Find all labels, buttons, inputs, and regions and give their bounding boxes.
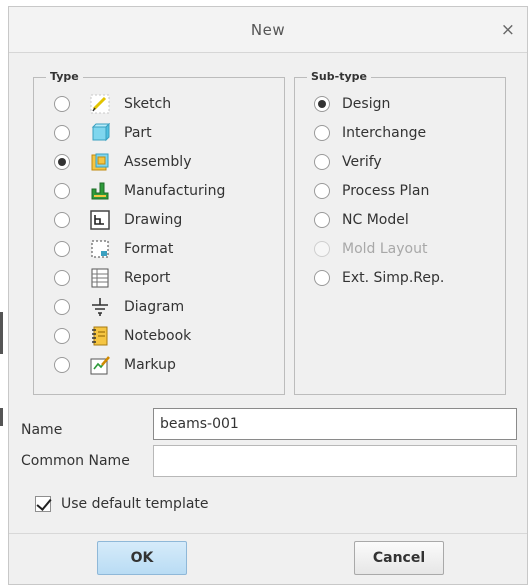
subtype-legend: Sub-type (307, 70, 371, 83)
dialog-title: New (250, 21, 286, 39)
subtype-label: Interchange (342, 125, 427, 141)
type-label: Part (124, 125, 152, 141)
type-option-notebook[interactable]: Notebook (34, 324, 191, 348)
diagram-icon (90, 297, 110, 317)
subtype-option-interchange[interactable]: Interchange (295, 121, 426, 145)
background-mark (0, 408, 3, 426)
subtype-option-mold-layout: Mold Layout (295, 237, 427, 261)
ok-button[interactable]: OK (97, 541, 187, 575)
name-label: Name (21, 422, 63, 438)
type-label: Assembly (124, 154, 192, 170)
subtype-option-nc-model[interactable]: NC Model (295, 208, 409, 232)
type-label: Drawing (124, 212, 183, 228)
radio-part[interactable] (54, 125, 70, 141)
type-option-sketch[interactable]: Sketch (34, 92, 171, 116)
close-icon[interactable]: × (501, 20, 515, 40)
radio-drawing[interactable] (54, 212, 70, 228)
subtype-group: Sub-type Design Interchange Verify Proce… (294, 70, 506, 395)
type-label: Format (124, 241, 174, 257)
subtype-label: Ext. Simp.Rep. (342, 270, 445, 286)
subtype-label: Process Plan (342, 183, 430, 199)
type-group: Type Sketch Part Assembly Manufacturing … (33, 70, 285, 395)
title-bar: New × (9, 7, 527, 53)
type-label: Markup (124, 357, 176, 373)
radio-assembly[interactable] (54, 154, 70, 170)
subtype-option-verify[interactable]: Verify (295, 150, 382, 174)
type-label: Report (124, 270, 171, 286)
part-icon (90, 123, 110, 143)
use-default-template-label: Use default template (61, 496, 209, 512)
radio-manufacturing[interactable] (54, 183, 70, 199)
notebook-icon (90, 326, 110, 346)
radio-format[interactable] (54, 241, 70, 257)
type-label: Manufacturing (124, 183, 226, 199)
common-name-label: Common Name (21, 453, 130, 469)
subtype-option-design[interactable]: Design (295, 92, 390, 116)
type-option-markup[interactable]: Markup (34, 353, 176, 377)
type-option-part[interactable]: Part (34, 121, 152, 145)
background-mark (0, 312, 3, 354)
new-dialog: New × Type Sketch Part Assembly Manufact… (8, 6, 528, 585)
cancel-button[interactable]: Cancel (354, 541, 444, 575)
type-legend: Type (46, 70, 83, 83)
report-icon (90, 268, 110, 288)
name-field[interactable] (153, 408, 517, 440)
drawing-icon (90, 210, 110, 230)
radio-notebook[interactable] (54, 328, 70, 344)
footer-divider (9, 533, 527, 534)
type-label: Notebook (124, 328, 192, 344)
type-label: Sketch (124, 96, 172, 112)
radio-design[interactable] (314, 96, 330, 112)
radio-mold-layout (314, 241, 330, 257)
type-option-assembly[interactable]: Assembly (34, 150, 191, 174)
radio-diagram[interactable] (54, 299, 70, 315)
subtype-label: NC Model (342, 212, 409, 228)
subtype-label: Mold Layout (342, 241, 428, 257)
radio-markup[interactable] (54, 357, 70, 373)
radio-sketch[interactable] (54, 96, 70, 112)
radio-ext-simp-rep[interactable] (314, 270, 330, 286)
type-option-diagram[interactable]: Diagram (34, 295, 184, 319)
type-option-format[interactable]: Format (34, 237, 173, 261)
sketch-icon (90, 94, 110, 114)
radio-report[interactable] (54, 270, 70, 286)
manufacturing-icon (90, 181, 110, 201)
subtype-label: Verify (342, 154, 382, 170)
radio-interchange[interactable] (314, 125, 330, 141)
subtype-option-process-plan[interactable]: Process Plan (295, 179, 429, 203)
common-name-field[interactable] (153, 445, 517, 477)
subtype-option-ext-simp-rep[interactable]: Ext. Simp.Rep. (295, 266, 444, 290)
radio-nc-model[interactable] (314, 212, 330, 228)
assembly-icon (90, 152, 110, 172)
use-default-template-checkbox[interactable] (35, 496, 51, 512)
type-option-drawing[interactable]: Drawing (34, 208, 182, 232)
radio-process-plan[interactable] (314, 183, 330, 199)
use-default-template-row[interactable]: Use default template (35, 496, 209, 512)
radio-verify[interactable] (314, 154, 330, 170)
type-option-manufacturing[interactable]: Manufacturing (34, 179, 225, 203)
markup-icon (90, 355, 110, 375)
format-icon (90, 239, 110, 259)
type-option-report[interactable]: Report (34, 266, 170, 290)
subtype-label: Design (342, 96, 391, 112)
type-label: Diagram (124, 299, 185, 315)
